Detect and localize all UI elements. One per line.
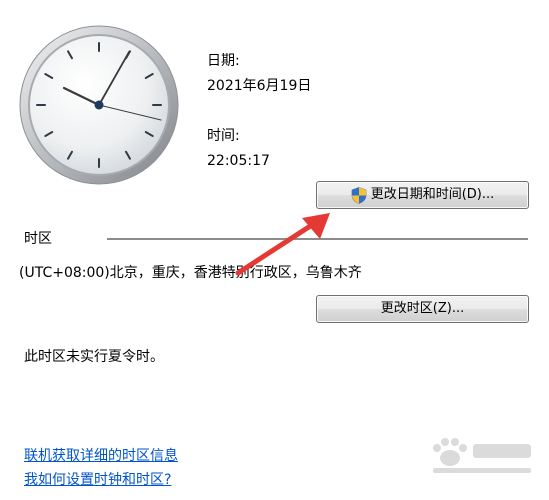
how-to-set-clock-link[interactable]: 我如何设置时钟和时区?: [24, 471, 171, 489]
annotation-arrow-icon: [235, 213, 330, 276]
change-timezone-button-label: 更改时区(Z)...: [380, 301, 465, 316]
time-label: 时间:: [207, 128, 240, 144]
watermark-logo-icon: [433, 438, 531, 473]
clock-center: [94, 100, 104, 110]
time-value: 22:05:17: [207, 153, 270, 169]
change-date-time-button[interactable]: 更改日期和时间(D)...: [316, 181, 529, 209]
date-label: 日期:: [207, 53, 240, 69]
timezone-section-label: 时区: [24, 231, 52, 247]
date-value: 2021年6月19日: [207, 78, 312, 94]
change-date-time-button-label: 更改日期和时间(D)...: [370, 187, 495, 202]
dst-note: 此时区未实行夏令时。: [24, 349, 164, 365]
online-timezone-info-link[interactable]: 联机获取详细的时区信息: [24, 447, 178, 465]
change-timezone-button[interactable]: 更改时区(Z)...: [316, 295, 529, 323]
date-time-panel: 日期: 2021年6月19日 时间: 22:05:17 更改日期和时间(D)..…: [0, 0, 549, 500]
uac-shield-icon: [351, 186, 367, 204]
analog-clock: [19, 25, 179, 185]
